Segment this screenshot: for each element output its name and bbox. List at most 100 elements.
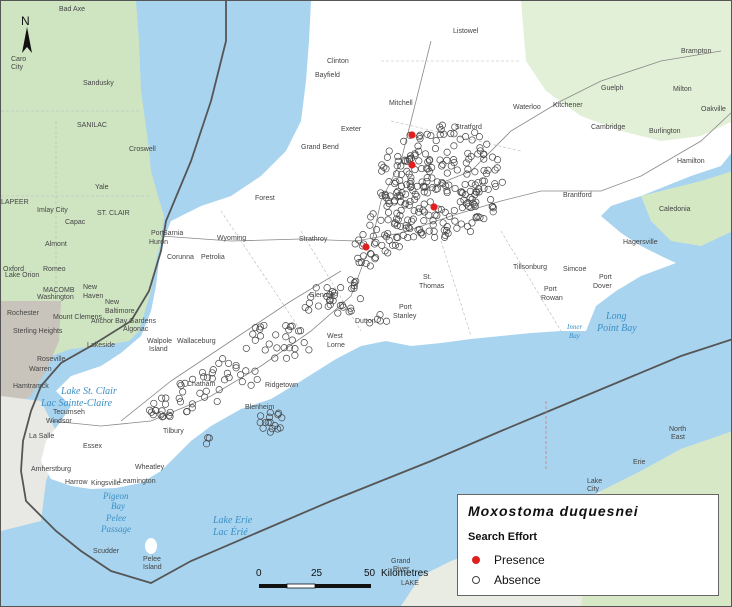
inner-bay-label-1: Inner [566, 323, 582, 331]
scale-unit: Kilometres [381, 568, 429, 579]
place-grand-bend: Grand Bend [301, 144, 339, 151]
north-arrow: N [21, 14, 32, 53]
place-port-stanley-2: Stanley [393, 313, 417, 320]
place-wyoming: Wyoming [217, 235, 246, 242]
scale-tick-50: 50 [364, 568, 376, 579]
place-listowel: Listowel [453, 28, 479, 35]
map-legend: Moxostoma duquesnei Search Effort Presen… [457, 494, 719, 596]
place-harrow: Harrow [65, 479, 89, 486]
scale-tick-0: 0 [256, 568, 262, 579]
place-milton: Milton [673, 86, 692, 93]
place-tecumseh: Tecumseh [53, 409, 85, 416]
presence-point [408, 131, 416, 139]
place-simcoe: Simcoe [563, 266, 586, 273]
place-sanilac: SANILAC [77, 122, 107, 129]
lac-erie-label: Lac Érié [212, 526, 248, 538]
place-north-east-2: East [671, 434, 685, 441]
place-corunna: Corunna [167, 254, 194, 261]
place-washington: Washington [37, 294, 74, 301]
legend-subtitle: Search Effort [468, 531, 538, 543]
place-kingsville: Kingsville [91, 480, 121, 487]
place-pelee-island-2: Island [143, 564, 162, 571]
long-point-bay-label-1: Long [605, 311, 627, 322]
place-port-dover-2: Dover [593, 283, 612, 290]
place-croswell: Croswell [129, 146, 156, 153]
place-almont: Almont [45, 241, 67, 248]
place-exeter: Exeter [341, 126, 362, 133]
place-stratford: Stratford [455, 124, 482, 131]
place-essex: Essex [83, 443, 103, 450]
place-sarnia: Sarnia [163, 230, 183, 237]
place-petrolia: Petrolia [201, 254, 225, 261]
inner-bay-label-2: Bay [569, 332, 581, 340]
place-st-thomas-2: Thomas [419, 283, 445, 290]
place-sandusky: Sandusky [83, 80, 114, 87]
place-romeo: Romeo [43, 266, 66, 273]
place-west-lorne-2: Lorne [327, 342, 345, 349]
place-port-huron-2: Huron [149, 239, 168, 246]
place-new-haven-2: Haven [83, 293, 103, 300]
place-guelph: Guelph [601, 85, 624, 92]
place-waterloo: Waterloo [513, 104, 541, 111]
pelee-passage-label-2: Passage [100, 524, 131, 534]
place-port-rowan-2: Rowan [541, 295, 563, 302]
place-capac: Capac [65, 219, 86, 226]
place-pelee-island-1: Pelee [143, 556, 161, 563]
place-port-dover-1: Port [599, 274, 612, 281]
legend-row-presence: Presence [472, 553, 545, 567]
place-new-haven-1: New [83, 284, 98, 291]
place-lapeer: LAPEER [1, 199, 29, 206]
long-point-bay-label-2: Point Bay [596, 323, 637, 334]
place-st-clair-county: ST. CLAIR [97, 210, 130, 217]
place-yale: Yale [95, 184, 109, 191]
place-oakville: Oakville [701, 106, 726, 113]
place-caro-city-2: City [11, 64, 24, 71]
place-bad-axe: Bad Axe [59, 6, 85, 13]
place-bayfield: Bayfield [315, 72, 340, 79]
place-sterling-heights: Sterling Heights [13, 328, 63, 335]
lake-st-clair-label: Lake St. Clair [60, 386, 117, 397]
place-tilbury: Tilbury [163, 428, 184, 435]
place-hagersville: Hagersville [623, 239, 658, 246]
place-lake-county: LAKE [401, 580, 419, 587]
legend-presence-label: Presence [494, 553, 545, 567]
place-port-huron-1: Port [151, 230, 164, 237]
north-arrow-icon [22, 27, 32, 53]
place-mitchell: Mitchell [389, 100, 413, 107]
place-new-baltimore-1: New [105, 299, 120, 306]
place-caledonia: Caledonia [659, 206, 691, 213]
lake-erie-label: Lake Erie [212, 515, 253, 526]
place-strathroy: Strathroy [299, 236, 328, 243]
place-new-baltimore-2: Baltimore [105, 308, 135, 315]
presence-point [430, 203, 438, 211]
place-wallaceburg: Wallaceburg [177, 338, 216, 345]
pigeon-bay-label-1: Pigeon [102, 491, 129, 501]
place-north-east-1: North [669, 426, 686, 433]
place-erie: Erie [633, 459, 646, 466]
place-lake-city-2: City [587, 486, 600, 493]
place-ridgetown: Ridgetown [265, 382, 298, 389]
presence-point [362, 243, 370, 251]
presence-symbol-icon [472, 556, 480, 564]
place-lasalle: La Salle [29, 433, 54, 440]
pelee-passage-label-1: Pelee [105, 513, 126, 523]
place-brantford: Brantford [563, 192, 592, 199]
place-blenheim: Blenheim [245, 404, 274, 411]
absence-symbol-icon [472, 576, 480, 584]
place-clinton: Clinton [327, 58, 349, 65]
place-windsor: Windsor [46, 418, 72, 425]
map-figure: Lake St. Clair Lac Sainte-Claire Lake Er… [0, 0, 732, 607]
place-wheatley: Wheatley [135, 464, 165, 471]
place-oxford: Oxford [3, 266, 24, 273]
place-brampton: Brampton [681, 48, 711, 55]
legend-row-absence: Absence [472, 573, 541, 587]
place-algonac: Algonac [123, 326, 149, 333]
place-tillsonburg: Tillsonburg [513, 264, 547, 271]
pelee-island [145, 538, 157, 554]
legend-absence-label: Absence [494, 573, 541, 587]
place-lake-orion: Lake Orion [5, 272, 39, 279]
place-amherstburg: Amherstburg [31, 466, 71, 473]
place-grand-river-1: Grand [391, 558, 411, 565]
place-lakeside: Lakeside [87, 342, 115, 349]
place-forest: Forest [255, 195, 275, 202]
